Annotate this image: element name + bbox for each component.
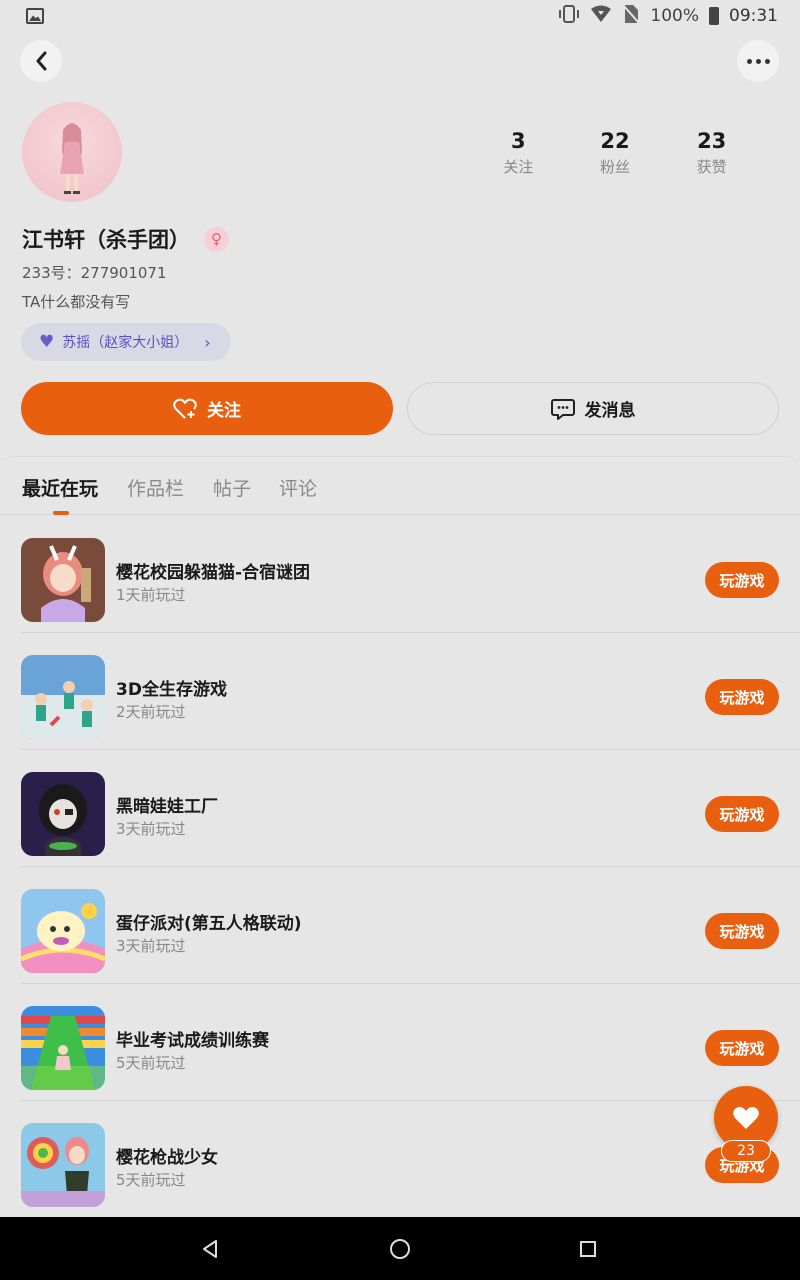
game-list-item[interactable]: 樱花校园躲猫猫-合宿谜团 1天前玩过 玩游戏	[0, 516, 800, 633]
stat-label: 粉丝	[600, 158, 631, 176]
game-icon	[21, 655, 105, 739]
game-name: 樱花校园躲猫猫-合宿谜团	[116, 563, 311, 583]
more-options-button[interactable]	[737, 40, 779, 82]
battery-icon	[709, 7, 719, 25]
play-game-button[interactable]: 玩游戏	[705, 679, 779, 715]
game-last-played: 5天前玩过	[116, 1054, 186, 1072]
game-last-played: 1天前玩过	[116, 586, 186, 604]
heart-plus-icon	[173, 398, 197, 420]
game-icon	[21, 772, 105, 856]
no-sim-icon	[622, 4, 641, 28]
more-dots-icon	[746, 58, 770, 64]
message-button[interactable]: 发消息	[407, 382, 779, 435]
game-last-played: 3天前玩过	[116, 820, 186, 838]
play-game-button[interactable]: 玩游戏	[705, 913, 779, 949]
stat-label: 获赞	[696, 158, 727, 176]
chevron-left-icon	[36, 51, 47, 71]
game-icon	[21, 538, 105, 622]
game-icon	[21, 889, 105, 973]
clock: 09:31	[729, 6, 778, 26]
game-list-item[interactable]: 3D全生存游戏 2天前玩过 玩游戏	[0, 633, 800, 750]
play-game-button[interactable]: 玩游戏	[705, 796, 779, 832]
vibrate-icon	[558, 5, 580, 27]
avatar-character-image	[60, 123, 84, 194]
tab-works[interactable]: 作品栏	[127, 474, 184, 501]
stat-following[interactable]: 3 关注	[470, 128, 567, 177]
avatar[interactable]	[22, 102, 122, 202]
stat-label: 关注	[503, 158, 534, 176]
triangle-back-icon	[203, 1240, 217, 1258]
profile-bio: TA什么都没有写	[22, 293, 131, 311]
game-list-item[interactable]: 蛋仔派对(第五人格联动) 3天前玩过 玩游戏	[0, 867, 800, 984]
profile-stats: 3 关注 22 粉丝 23 获赞	[470, 128, 760, 177]
chevron-right-icon: ›	[204, 332, 211, 352]
stat-value: 3	[511, 129, 526, 153]
nav-home-button[interactable]	[386, 1235, 414, 1263]
profile-name: 江书轩（杀手团）	[22, 228, 190, 252]
status-bar: 100% 09:31	[0, 0, 800, 32]
system-nav-bar	[0, 1217, 800, 1280]
game-list-item[interactable]: 黑暗娃娃工厂 3天前玩过 玩游戏	[0, 750, 800, 867]
content-panel: 最近在玩 作品栏 帖子 评论 樱花校园躲猫猫-合宿谜团 1天前玩过 玩游戏 3D…	[0, 457, 800, 1217]
nav-back-button[interactable]	[196, 1235, 224, 1263]
tab-recently-played[interactable]: 最近在玩	[22, 474, 98, 501]
game-name: 毕业考试成绩训练赛	[116, 1031, 269, 1051]
back-button[interactable]	[20, 40, 62, 82]
game-last-played: 3天前玩过	[116, 937, 186, 955]
relation-label: 苏摇（赵家大小姐）	[62, 335, 189, 351]
tab-posts[interactable]: 帖子	[213, 474, 251, 501]
heart-icon	[733, 1107, 759, 1129]
circle-home-icon	[390, 1239, 410, 1259]
game-last-played: 5天前玩过	[116, 1171, 186, 1189]
battery-percent: 100%	[650, 6, 699, 26]
message-label: 发消息	[584, 401, 636, 421]
game-name: 黑暗娃娃工厂	[116, 797, 218, 817]
stat-likes[interactable]: 23 获赞	[663, 128, 760, 177]
stat-value: 22	[600, 129, 630, 153]
game-icon	[21, 1123, 105, 1207]
stat-followers[interactable]: 22 粉丝	[567, 128, 664, 177]
game-name: 3D全生存游戏	[116, 680, 227, 700]
play-game-button[interactable]: 玩游戏	[705, 1030, 779, 1066]
game-list-item[interactable]: 樱花枪战少女 5天前玩过 玩游戏	[0, 1101, 800, 1218]
tab-comments[interactable]: 评论	[279, 474, 317, 501]
female-icon: ♀	[204, 226, 229, 252]
game-icon	[21, 1006, 105, 1090]
like-count-badge: 23	[721, 1140, 771, 1162]
game-last-played: 2天前玩过	[116, 703, 186, 721]
game-name: 蛋仔派对(第五人格联动)	[116, 914, 302, 934]
game-list-item[interactable]: 毕业考试成绩训练赛 5天前玩过 玩游戏	[0, 984, 800, 1101]
heart-icon: ♥	[39, 332, 55, 352]
follow-label: 关注	[207, 401, 241, 421]
play-game-button[interactable]: 玩游戏	[705, 562, 779, 598]
follow-button[interactable]: 关注	[21, 382, 393, 435]
profile-uid: 233号：277901071	[22, 264, 167, 282]
relation-chip[interactable]: ♥ 苏摇（赵家大小姐） ›	[21, 323, 231, 361]
image-notification-icon	[26, 8, 44, 24]
tab-bar: 最近在玩 作品栏 帖子 评论	[0, 457, 800, 515]
active-tab-indicator	[53, 511, 69, 515]
profile-name-row: 江书轩（杀手团） ♀	[22, 224, 229, 254]
game-name: 樱花枪战少女	[116, 1148, 218, 1168]
chat-bubble-icon	[550, 398, 575, 420]
nav-recents-button[interactable]	[574, 1235, 602, 1263]
stat-value: 23	[697, 129, 727, 153]
square-recents-icon	[580, 1241, 596, 1257]
wifi-icon	[590, 5, 612, 27]
